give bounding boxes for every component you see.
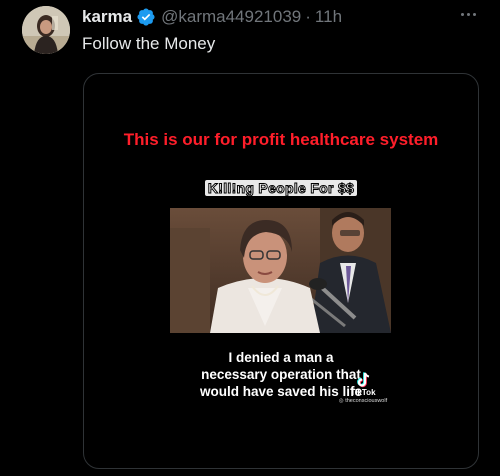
tiktok-username: ◎ theconsciouswolf bbox=[338, 398, 388, 404]
video-frame[interactable] bbox=[170, 208, 391, 333]
tiktok-logo-icon bbox=[357, 372, 370, 388]
separator-dot: · bbox=[305, 7, 311, 26]
tiktok-brand: TikTok bbox=[350, 388, 376, 397]
video-banner: K!ll!ng People For $$ bbox=[84, 180, 478, 197]
video-banner-text: K!ll!ng People For $$ bbox=[204, 180, 358, 197]
tiktok-watermark: TikTok ◎ theconsciouswolf bbox=[328, 372, 398, 405]
avatar[interactable] bbox=[22, 6, 70, 54]
verified-badge-icon bbox=[136, 7, 156, 27]
tweet-header: karma @karma44921039 · 11h bbox=[82, 6, 342, 28]
tiktok-username-text: theconsciouswolf bbox=[345, 398, 388, 404]
timestamp[interactable]: 11h bbox=[315, 7, 342, 27]
video-headline: This is our for profit healthcare system bbox=[123, 130, 439, 149]
user-handle[interactable]: @karma44921039 bbox=[161, 7, 301, 27]
display-name[interactable]: karma bbox=[82, 7, 132, 27]
tweet-text: Follow the Money bbox=[82, 34, 216, 53]
video-caption: I denied a man a necessary operation tha… bbox=[199, 350, 363, 399]
more-options-icon[interactable] bbox=[454, 4, 482, 24]
video-media[interactable]: This is our for profit healthcare system… bbox=[83, 73, 479, 469]
